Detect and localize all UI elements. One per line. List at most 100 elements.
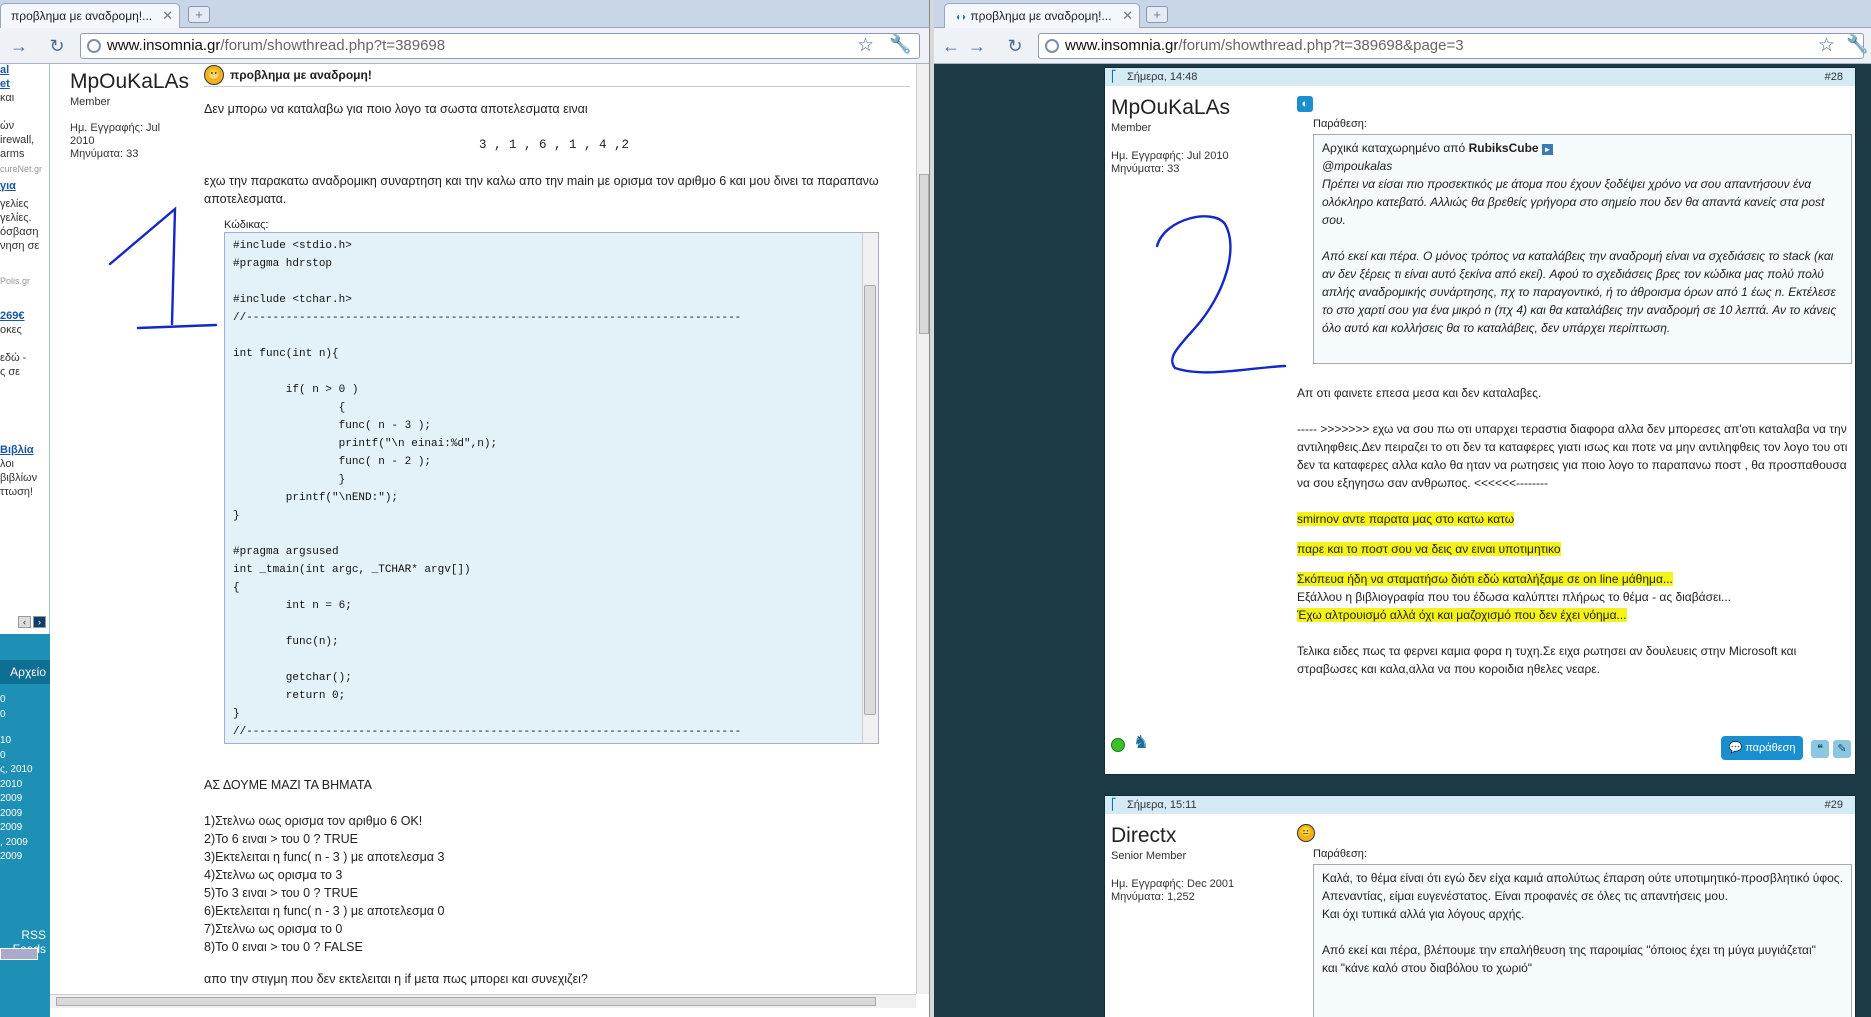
step-item: 3)Εκτελειται η func( n - 3 ) με αποτελεσ… <box>204 850 445 864</box>
username[interactable]: MpOuKaLAs <box>70 70 200 94</box>
globe-icon <box>87 39 101 53</box>
post-icon-badge: ◐ <box>1297 96 1313 112</box>
archive-item[interactable]: 2009 <box>0 822 50 833</box>
view-post-icon[interactable]: ► <box>1541 144 1553 155</box>
quote-box: Καλά, το θέμα είναι ότι εγώ δεν είχα καμ… <box>1313 864 1852 1017</box>
step-item: 6)Εκτελειται η func( n - 3 ) με αποτελεσ… <box>204 904 445 918</box>
back-icon[interactable]: ← <box>940 36 962 56</box>
quote-box: Αρχικά καταχωρημένο από RubiksCube ► @mp… <box>1313 134 1852 364</box>
next-arrow-icon[interactable]: › <box>33 616 46 628</box>
post-29: ⎡ Σήμερα, 15:11 #29 Directx Senior Membe… <box>1104 795 1856 1017</box>
horizontal-scrollbar[interactable] <box>50 994 916 1008</box>
quote-line: Απεναντίας, είμαι ευγενέστατος. Είναι πρ… <box>1322 889 1728 903</box>
post-result: 3 , 1 , 6 , 1 , 4 ,2 <box>478 138 630 152</box>
tab-bar: προβλημα με αναδρομη!... ✕ + <box>0 0 929 28</box>
step-item: 2)Το 6 ειναι > του 0 ? TRUE <box>204 832 358 846</box>
prev-arrow-icon[interactable]: ‹ <box>18 616 31 628</box>
close-icon[interactable]: ✕ <box>162 8 173 24</box>
quote-line: @mpoukalas <box>1322 159 1393 173</box>
sidebar-ad-line: ς σε <box>0 366 21 378</box>
sidebar-ad-line: irewall, <box>0 134 35 146</box>
sidebar-ad-line[interactable]: al <box>0 64 9 76</box>
archive-item[interactable]: 0 <box>0 750 50 761</box>
username[interactable]: MpOuKaLAs <box>1111 96 1281 120</box>
emoticon-icon: 😬 <box>204 65 224 85</box>
tab-thread[interactable]: προβλημα με αναδρομη!... ✕ <box>0 3 180 28</box>
username[interactable]: Directx <box>1111 824 1281 848</box>
sidebar-ad-line: βιβλίων <box>0 472 38 484</box>
sidebar-ad-line[interactable]: 269€ <box>0 310 24 322</box>
tab-thread[interactable]: ◖◗ προβλημα με αναδρομη!... ✕ <box>944 3 1140 28</box>
step-item: 7)Στελνω ως ορισμα το 0 <box>204 922 343 936</box>
step-item: 5)Το 3 ειναι > του 0 ? TRUE <box>204 886 358 900</box>
post-date: Σήμερα, 15:11 <box>1127 799 1197 811</box>
post-body: ◐ Παράθεση: Αρχικά καταχωρημένο από Rubi… <box>1297 96 1852 678</box>
quote-line: Πρέπει να είσαι πιο προσεκτικός με άτομα… <box>1322 177 1825 227</box>
reload-icon[interactable]: ↻ <box>46 36 68 56</box>
highlighted-text: Σκόπευα ήδη να σταματήσω διότι εδώ καταλ… <box>1297 572 1673 586</box>
step-item: 4)Στελνω ως ορισμα το 3 <box>204 868 343 882</box>
sidebar-ad-line[interactable]: Βιβλία <box>0 444 34 456</box>
tab-title: προβλημα με αναδρομη!... <box>970 9 1112 23</box>
post-number[interactable]: #29 <box>1825 796 1843 814</box>
sidebar-ad-line[interactable]: για <box>0 180 16 192</box>
handwritten-annotation-1 <box>108 206 218 330</box>
tab-title: προβλημα με αναδρομη!... <box>11 9 153 23</box>
bookmark-star-icon[interactable]: ☆ <box>1818 34 1835 57</box>
post-paragraph: ----- >>>>>>> εχω να σου πω οτι υπαρχει … <box>1297 422 1848 490</box>
poster-info: MpOuKaLAs Member Ημ. Εγγραφής: Jul 2010 … <box>70 70 200 161</box>
address-bar[interactable]: www.insomnia.gr/forum/showthread.php?t=3… <box>80 33 920 59</box>
sidebar-ad-line: ττωση! <box>0 486 34 498</box>
h-scroll-thumb[interactable] <box>56 997 876 1006</box>
sidebar-ad-line: Polis.gr <box>0 276 31 286</box>
quote-label: Παράθεση: <box>1313 848 1367 860</box>
archive-header[interactable]: Αρχείο <box>0 660 50 684</box>
forward-icon[interactable]: → <box>8 36 30 56</box>
wrench-icon[interactable]: 🔧 <box>889 34 911 55</box>
post-number[interactable]: #28 <box>1825 68 1843 86</box>
new-tab-icon[interactable]: + <box>1146 6 1168 23</box>
post-paragraph: Εξάλλου η βιβλιογραφία που του έδωσα καλ… <box>1297 590 1731 604</box>
highlighted-text: smirnov αντε παρατα μας στο κατω κατω <box>1297 512 1515 526</box>
forward-icon[interactable]: → <box>966 36 988 56</box>
archive-item[interactable]: 2009 <box>0 808 50 819</box>
reload-icon[interactable]: ↻ <box>1004 36 1026 56</box>
multi-quote-icon[interactable]: ❝ <box>1811 740 1829 758</box>
archive-item[interactable]: ς, 2010 <box>0 764 50 775</box>
archive-item[interactable]: 2009 <box>0 851 50 862</box>
post-content: 😬 προβλημα με αναδρομη! Δεν μπορω να κατ… <box>204 64 910 986</box>
wrench-icon[interactable]: 🔧 <box>1846 34 1868 55</box>
code-block[interactable]: #include <stdio.h> #pragma hdrstop #incl… <box>224 232 879 744</box>
quote-button-icon: 💬 <box>1728 742 1746 754</box>
post-intro: Δεν μπορω να καταλαβω για ποιο λογο τα σ… <box>204 102 588 116</box>
quote-author[interactable]: RubiksCube <box>1469 141 1539 155</box>
archive-item[interactable]: 0 <box>0 709 50 720</box>
highlighted-text: Έχω αλτρουισμό αλλά όχι και μαζοχισμό πο… <box>1297 608 1627 622</box>
quote-origin-prefix: Αρχικά καταχωρημένο από <box>1322 141 1466 155</box>
archive-item[interactable]: , 2009 <box>0 837 50 848</box>
edit-icon[interactable]: ✎ <box>1833 740 1851 758</box>
archive-item[interactable]: 2009 <box>0 793 50 804</box>
archive-item[interactable]: 10 <box>0 735 50 746</box>
scroll-thumb[interactable] <box>919 174 929 334</box>
code-scrollbar[interactable] <box>862 233 878 743</box>
sidebar-ad-line: νηση σε <box>0 240 40 252</box>
vertical-scrollbar[interactable] <box>916 64 929 994</box>
sidebar-ad-line: ών <box>0 120 15 132</box>
quote-button[interactable]: 💬 παράθεση <box>1721 736 1803 760</box>
new-tab-icon[interactable]: + <box>188 6 210 23</box>
sidebar-ad-line[interactable]: et <box>0 78 10 90</box>
quote-line: Από εκεί και πέρα. Ο μόνος τρόπος να κατ… <box>1322 249 1837 335</box>
right-browser-window: ◖◗ προβλημα με αναδρομη!... ✕ + ← → ↻ ww… <box>934 0 1871 1017</box>
bookmark-star-icon[interactable]: ☆ <box>857 34 874 57</box>
post-outro: απο την στιγμη που δεν εκτελειται η if μ… <box>204 972 588 986</box>
post-title-text: προβλημα με αναδρομη! <box>230 68 372 82</box>
url-path: /forum/showthread.php?t=389698&page=3 <box>1178 37 1464 54</box>
sidebar-input[interactable] <box>0 948 38 960</box>
address-bar[interactable]: www.insomnia.gr/forum/showthread.php?t=3… <box>1038 33 1864 59</box>
highlighted-text: παρε και το ποστ σου να δεις αν ειναι υπ… <box>1297 542 1561 556</box>
close-icon[interactable]: ✕ <box>1122 8 1133 24</box>
code-scroll-thumb[interactable] <box>864 285 876 715</box>
archive-item[interactable]: 2010 <box>0 779 50 790</box>
archive-item[interactable]: 0 <box>0 694 50 705</box>
